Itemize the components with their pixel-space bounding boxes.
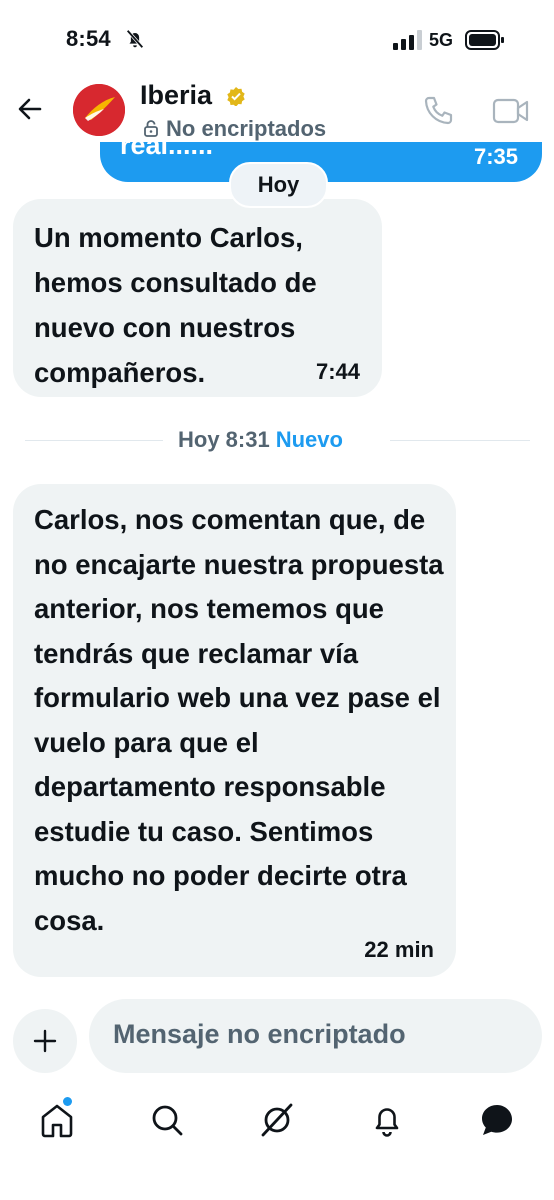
back-arrow-icon[interactable] (14, 93, 46, 125)
home-icon[interactable] (38, 1101, 76, 1139)
search-icon[interactable] (148, 1101, 186, 1139)
message-time: 7:35 (473, 144, 518, 169)
message-text: Carlos, nos comentan que, de no encajart… (34, 504, 444, 936)
conversation-title[interactable]: Iberia (140, 80, 212, 111)
divider-time: Hoy 8:31 (178, 427, 270, 452)
day-separator: Hoy (229, 162, 328, 208)
network-type: 5G (429, 30, 454, 50)
message-time: 7:44 (315, 359, 360, 384)
phone-icon[interactable] (421, 94, 455, 128)
add-attachment-button[interactable] (13, 1009, 77, 1073)
message-time: 22 min (364, 937, 434, 962)
avatar[interactable] (73, 84, 125, 136)
new-messages-divider: Hoy 8:31 Nuevo (178, 427, 343, 453)
plus-icon (33, 1029, 57, 1053)
video-icon[interactable] (492, 95, 530, 127)
divider-line (25, 440, 163, 441)
iberia-logo-icon (73, 84, 125, 136)
battery-icon (465, 30, 504, 50)
signal-icon (393, 30, 422, 50)
encryption-status: No encriptados (166, 116, 327, 141)
message-input[interactable]: Mensaje no encriptado (89, 999, 542, 1073)
divider-line (390, 440, 530, 441)
messages-icon[interactable] (478, 1101, 516, 1139)
lock-icon (144, 120, 158, 137)
message-input-placeholder: Mensaje no encriptado (113, 1019, 406, 1049)
received-message-bubble[interactable]: Un momento Carlos, hemos consultado de n… (13, 199, 382, 397)
silent-bell-icon (126, 29, 144, 49)
new-label: Nuevo (275, 427, 343, 452)
verified-badge-icon (227, 87, 245, 106)
received-message-bubble[interactable]: Carlos, nos comentan que, de no encajart… (13, 484, 456, 977)
notifications-icon[interactable] (368, 1101, 406, 1139)
status-time: 8:54 (66, 26, 111, 51)
home-notification-dot (63, 1097, 72, 1106)
grok-icon[interactable] (258, 1101, 296, 1139)
